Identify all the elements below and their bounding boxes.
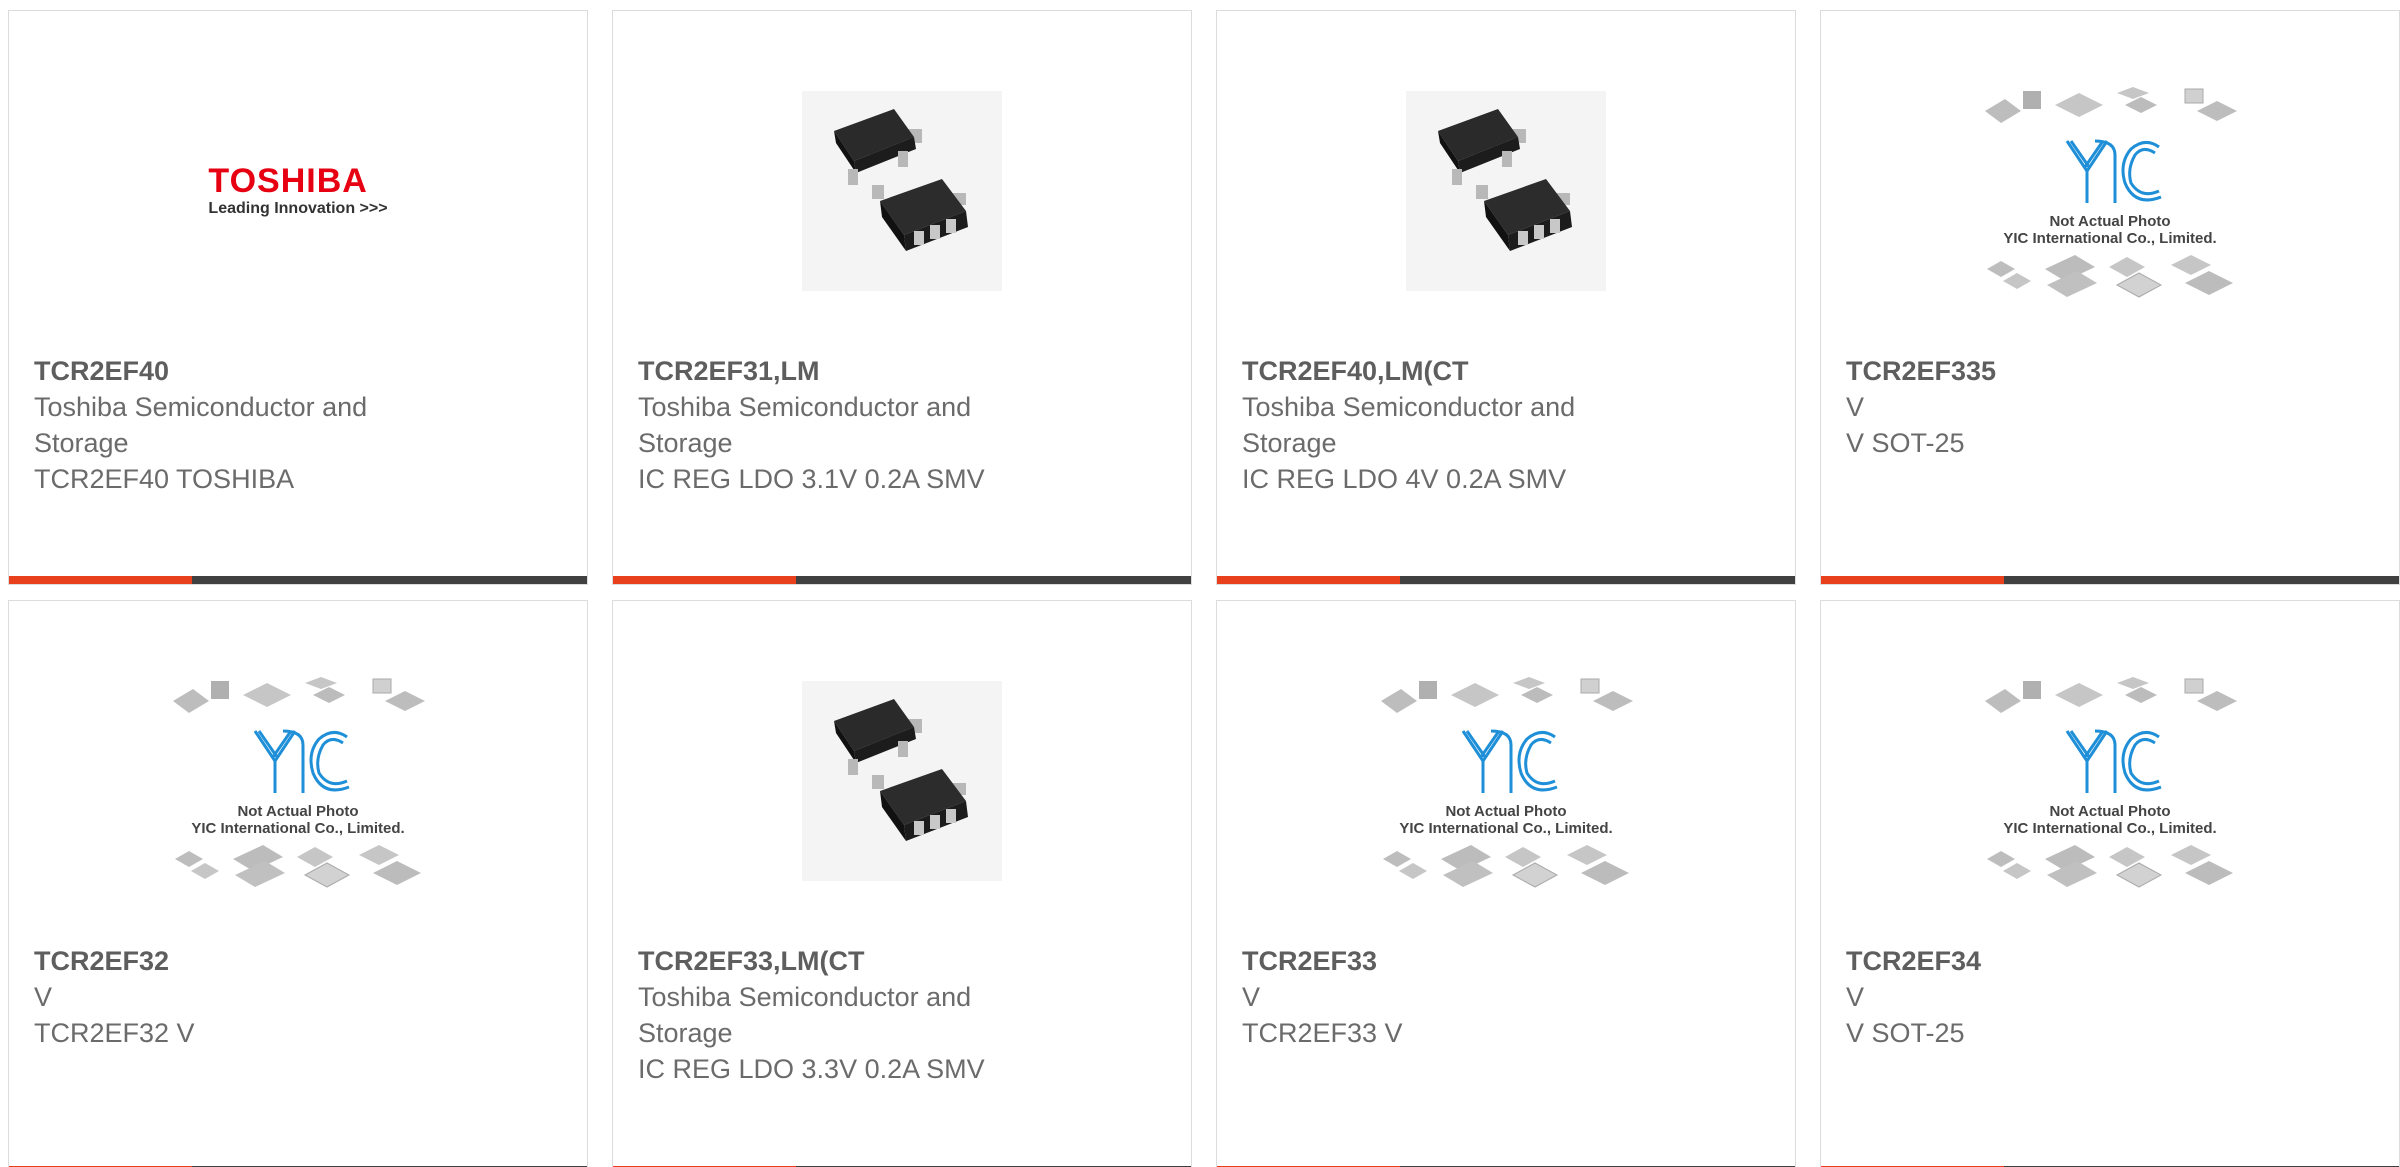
card-accent-bar (1217, 576, 1400, 584)
logo-slogan: Leading Innovation >>> (208, 200, 388, 217)
part-number-link[interactable]: TCR2EF31,LM (638, 353, 1068, 389)
product-card[interactable]: Not Actual Photo YIC International Co., … (8, 600, 588, 1167)
chip-photo-icon (802, 681, 1002, 881)
description-line-2: TCR2EF32 V (34, 1018, 195, 1048)
yic-placeholder-icon: Not Actual Photo YIC International Co., … (1975, 71, 2245, 311)
card-bottom-bar (9, 576, 587, 584)
product-card[interactable]: TCR2EF40,LM(CT Toshiba Semiconductor and… (1216, 10, 1796, 585)
placeholder-caption: Not Actual Photo YIC International Co., … (1975, 213, 2245, 247)
manufacturer-line-2: Storage (1242, 428, 1337, 458)
placeholder-caption-line-1: Not Actual Photo (2049, 213, 2171, 230)
description-line-2: V SOT-25 (1846, 428, 1965, 458)
logo-brand: TOSHIBA (208, 162, 368, 200)
manufacturer-line-2: Storage (638, 428, 733, 458)
product-card[interactable]: Not Actual Photo YIC International Co., … (1820, 10, 2400, 585)
product-image[interactable] (1217, 71, 1795, 311)
description-line-1: V (1846, 982, 1865, 1012)
placeholder-caption-line-1: Not Actual Photo (237, 803, 359, 820)
manufacturer-line-1: Toshiba Semiconductor and (1242, 392, 1576, 422)
yic-placeholder-icon: Not Actual Photo YIC International Co., … (1975, 661, 2245, 901)
part-number-link[interactable]: TCR2EF40 (34, 353, 464, 389)
product-card[interactable]: TCR2EF33,LM(CT Toshiba Semiconductor and… (612, 600, 1192, 1167)
part-number-link[interactable]: TCR2EF33 (1242, 943, 1672, 979)
toshiba-logo: TOSHIBA Leading Innovation >>> (208, 163, 387, 219)
card-accent-bar (9, 576, 192, 584)
product-card[interactable]: Not Actual Photo YIC International Co., … (1820, 600, 2400, 1167)
chip-photo-icon (1406, 91, 1606, 291)
manufacturer-line-2: Storage (34, 428, 129, 458)
card-bottom-bar (1217, 576, 1795, 584)
product-card[interactable]: Not Actual Photo YIC International Co., … (1216, 600, 1796, 1167)
placeholder-caption-line-1: Not Actual Photo (1445, 803, 1567, 820)
part-number-link[interactable]: TCR2EF34 (1846, 943, 2276, 979)
product-image[interactable]: TOSHIBA Leading Innovation >>> (9, 71, 587, 311)
description: IC REG LDO 4V 0.2A SMV (1242, 464, 1567, 494)
manufacturer-line-1: Toshiba Semiconductor and (638, 392, 972, 422)
description: TCR2EF40 TOSHIBA (34, 464, 295, 494)
description: IC REG LDO 3.1V 0.2A SMV (638, 464, 985, 494)
product-image[interactable] (613, 661, 1191, 901)
description-line-2: V SOT-25 (1846, 1018, 1965, 1048)
placeholder-caption-line-2: YIC International Co., Limited. (191, 820, 405, 837)
description: IC REG LDO 3.3V 0.2A SMV (638, 1054, 985, 1084)
part-number-link[interactable]: TCR2EF33,LM(CT (638, 943, 1068, 979)
manufacturer-line-1: Toshiba Semiconductor and (638, 982, 972, 1012)
card-bottom-bar (1821, 576, 2399, 584)
product-card[interactable]: TCR2EF31,LM Toshiba Semiconductor and St… (612, 10, 1192, 585)
product-card[interactable]: TOSHIBA Leading Innovation >>> TCR2EF40 … (8, 10, 588, 585)
placeholder-caption: Not Actual Photo YIC International Co., … (163, 803, 433, 837)
product-image[interactable] (613, 71, 1191, 311)
yic-placeholder-icon: Not Actual Photo YIC International Co., … (163, 661, 433, 901)
placeholder-caption-line-2: YIC International Co., Limited. (2003, 820, 2217, 837)
placeholder-caption-line-1: Not Actual Photo (2049, 803, 2171, 820)
card-bottom-bar (613, 576, 1191, 584)
part-number-link[interactable]: TCR2EF40,LM(CT (1242, 353, 1672, 389)
product-image[interactable]: Not Actual Photo YIC International Co., … (1821, 71, 2399, 311)
card-accent-bar (613, 576, 796, 584)
yic-placeholder-icon: Not Actual Photo YIC International Co., … (1371, 661, 1641, 901)
card-accent-bar (1821, 576, 2004, 584)
placeholder-caption-line-2: YIC International Co., Limited. (2003, 230, 2217, 247)
description-line-1: V (34, 982, 53, 1012)
manufacturer-line-1: Toshiba Semiconductor and (34, 392, 368, 422)
placeholder-caption-line-2: YIC International Co., Limited. (1399, 820, 1613, 837)
part-number-link[interactable]: TCR2EF335 (1846, 353, 2276, 389)
manufacturer-line-2: Storage (638, 1018, 733, 1048)
description-line-1: V (1242, 982, 1261, 1012)
product-image[interactable]: Not Actual Photo YIC International Co., … (1821, 661, 2399, 901)
placeholder-caption: Not Actual Photo YIC International Co., … (1371, 803, 1641, 837)
product-grid: TOSHIBA Leading Innovation >>> TCR2EF40 … (0, 0, 2400, 1167)
part-number-link[interactable]: TCR2EF32 (34, 943, 464, 979)
description-line-2: TCR2EF33 V (1242, 1018, 1403, 1048)
description-line-1: V (1846, 392, 1865, 422)
product-image[interactable]: Not Actual Photo YIC International Co., … (1217, 661, 1795, 901)
placeholder-caption: Not Actual Photo YIC International Co., … (1975, 803, 2245, 837)
product-image[interactable]: Not Actual Photo YIC International Co., … (9, 661, 587, 901)
chip-photo-icon (802, 91, 1002, 291)
